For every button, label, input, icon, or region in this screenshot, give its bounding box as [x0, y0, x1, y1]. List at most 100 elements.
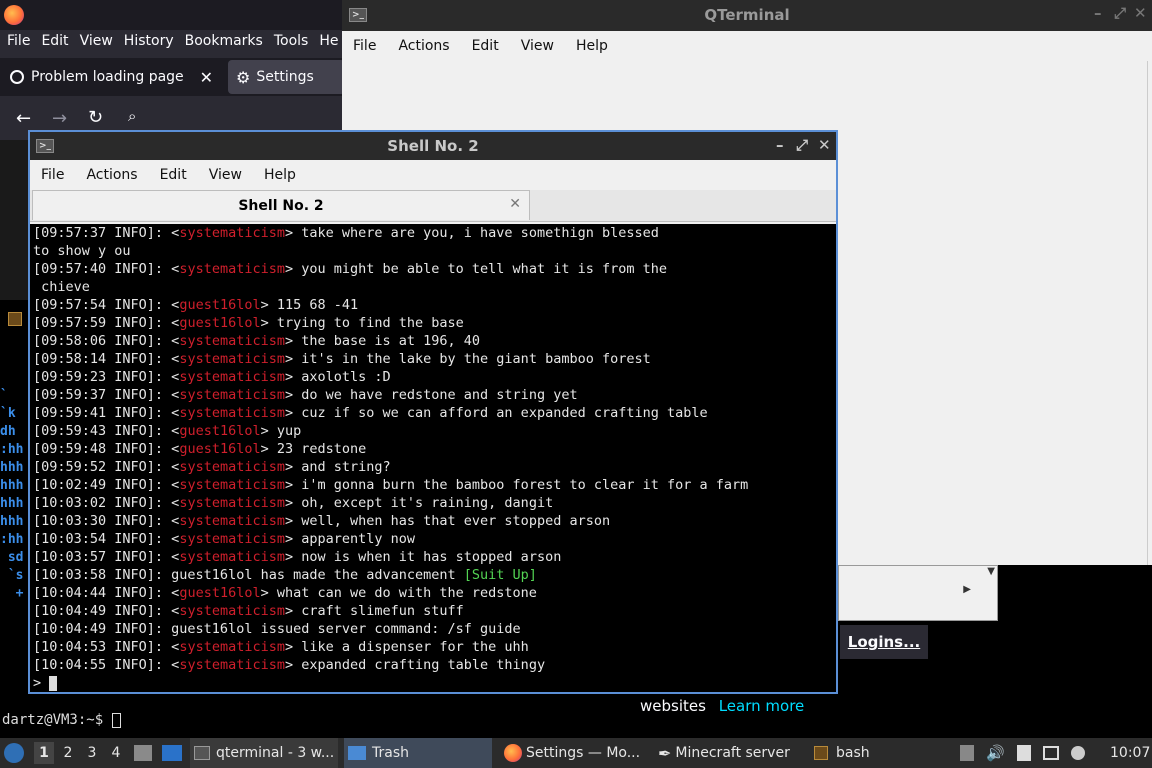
- tray-upload-icon[interactable]: [960, 745, 974, 761]
- log-line: [10:03:02 INFO]: <systematicism> oh, exc…: [33, 494, 836, 512]
- menu-view[interactable]: View: [73, 30, 117, 52]
- minimize-icon[interactable]: –: [1094, 4, 1102, 22]
- log-prefix: [09:57:40 INFO]: <: [33, 261, 180, 277]
- art-line: :hh: [0, 532, 24, 547]
- log-prefix: [09:59:48 INFO]: <: [33, 441, 180, 457]
- start-menu-button[interactable]: [4, 738, 30, 768]
- minimize-icon[interactable]: –: [776, 136, 784, 154]
- shell-titlebar: >_ Shell No. 2 – ⤢ ✕: [30, 132, 836, 160]
- menu-help[interactable]: Help: [565, 31, 619, 61]
- log-line: [09:59:43 INFO]: <guest16lol> yup: [33, 422, 836, 440]
- logins-button[interactable]: Logins...: [840, 625, 928, 659]
- reload-icon[interactable]: ↻: [88, 107, 103, 128]
- log-prefix: [09:59:52 INFO]: <: [33, 459, 180, 475]
- tab-settings[interactable]: ⚙ Settings: [228, 60, 345, 94]
- menu-actions[interactable]: Actions: [387, 31, 460, 61]
- dropdown-fragment[interactable]: ▼ ▶: [838, 565, 998, 621]
- menu-edit[interactable]: Edit: [461, 31, 510, 61]
- log-line: [09:59:23 INFO]: <systematicism> axolotl…: [33, 368, 836, 386]
- search-icon[interactable]: ⌕: [128, 107, 136, 125]
- volume-icon[interactable]: 🔊: [986, 744, 1005, 762]
- log-message: > apparently now: [284, 531, 416, 547]
- info-icon[interactable]: [1070, 746, 1085, 760]
- firefox-icon: [4, 5, 24, 25]
- menu-file[interactable]: File: [30, 160, 75, 190]
- taskbar: 1 2 3 4 qterminal - 3 w... Trash Setting…: [0, 738, 1152, 768]
- menu-view[interactable]: View: [198, 160, 253, 190]
- log-prefix: [10:03:58 INFO]: guest16lol has made the…: [33, 567, 464, 583]
- menu-bookmarks[interactable]: Bookmarks: [178, 30, 267, 52]
- forward-icon[interactable]: →: [52, 108, 67, 129]
- art-line: hhh: [0, 514, 24, 529]
- terminal-output[interactable]: [09:57:37 INFO]: <systematicism> take wh…: [30, 224, 836, 692]
- player-name: guest16lol: [179, 441, 261, 457]
- workspace-2[interactable]: 2: [58, 742, 78, 764]
- menu-actions[interactable]: Actions: [75, 160, 148, 190]
- maximize-icon[interactable]: ⤢: [796, 136, 808, 154]
- log-line: to show y ou: [33, 242, 836, 260]
- menu-view[interactable]: View: [510, 31, 565, 61]
- art-line: hhh: [0, 496, 24, 511]
- back-icon[interactable]: ←: [16, 108, 31, 129]
- learn-more-link[interactable]: Learn more: [719, 697, 805, 715]
- clock[interactable]: 10:07: [1110, 738, 1150, 768]
- shell-prompt[interactable]: dartz@VM3:~$: [2, 712, 121, 728]
- close-tab-icon[interactable]: ✕: [200, 68, 213, 87]
- maximize-icon[interactable]: ⤢: [1114, 4, 1126, 22]
- menu-edit[interactable]: Edit: [149, 160, 198, 190]
- menu-history[interactable]: History: [117, 30, 178, 52]
- desktop-launcher[interactable]: [162, 738, 184, 768]
- window-title: Shell No. 2: [387, 137, 479, 155]
- tab-problem-loading[interactable]: Problem loading page ✕: [0, 58, 225, 96]
- task-label: bash: [836, 745, 870, 761]
- player-name: systematicism: [179, 351, 285, 367]
- task-minecraft-server[interactable]: ✒ Minecraft server: [654, 738, 804, 768]
- task-bash[interactable]: bash: [810, 738, 880, 768]
- workspace-4[interactable]: 4: [106, 742, 126, 764]
- task-label: qterminal - 3 w...: [216, 745, 335, 761]
- log-message: > craft slimefun stuff: [284, 603, 464, 619]
- log-prefix: [09:58:14 INFO]: <: [33, 351, 180, 367]
- close-tab-icon[interactable]: ✕: [509, 196, 521, 212]
- player-name: guest16lol: [179, 297, 261, 313]
- chevron-down-icon[interactable]: ▼: [987, 566, 995, 577]
- network-icon[interactable]: [1042, 746, 1059, 760]
- close-icon[interactable]: ✕: [818, 136, 831, 154]
- log-message: > cuz if so we can afford an expanded cr…: [284, 405, 708, 421]
- player-name: systematicism: [179, 603, 285, 619]
- menu-file[interactable]: File: [342, 31, 387, 61]
- advancement-name: [Suit Up]: [463, 567, 537, 583]
- player-name: systematicism: [179, 387, 285, 403]
- menu-help[interactable]: He: [312, 30, 342, 52]
- task-trash[interactable]: Trash: [344, 738, 492, 768]
- player-name: guest16lol: [179, 315, 261, 331]
- log-prefix: [09:57:54 INFO]: <: [33, 297, 180, 313]
- input-line[interactable]: >: [33, 674, 836, 692]
- art-line: `: [0, 388, 8, 403]
- log-line: [09:58:14 INFO]: <systematicism> it's in…: [33, 350, 836, 368]
- player-name: systematicism: [179, 225, 285, 241]
- qterminal-titlebar: >_ QTerminal – ⤢ ✕: [342, 0, 1152, 31]
- tab-label: Problem loading page: [31, 69, 184, 85]
- menu-tools[interactable]: Tools: [267, 30, 313, 52]
- tab-label: Shell No. 2: [238, 197, 324, 214]
- art-line: hhh: [0, 478, 24, 493]
- task-qterminal[interactable]: qterminal - 3 w...: [190, 738, 338, 768]
- task-firefox-settings[interactable]: Settings — Mo...: [500, 738, 648, 768]
- menu-edit[interactable]: Edit: [34, 30, 72, 52]
- tab-shell-2[interactable]: Shell No. 2 ✕: [32, 190, 530, 220]
- websites-text-row: websites Learn more: [640, 695, 1152, 723]
- chevron-right-icon[interactable]: ▶: [963, 584, 971, 595]
- workspace-1[interactable]: 1: [34, 742, 54, 764]
- clipboard-icon[interactable]: [1016, 745, 1031, 761]
- workspace-3[interactable]: 3: [82, 742, 102, 764]
- menu-help[interactable]: Help: [253, 160, 307, 190]
- log-prefix: [09:59:41 INFO]: <: [33, 405, 180, 421]
- menu-file[interactable]: File: [0, 30, 34, 52]
- task-label: Minecraft server: [675, 745, 790, 761]
- log-prefix: [10:04:55 INFO]: <: [33, 657, 180, 673]
- file-manager-launcher[interactable]: [134, 738, 154, 768]
- gear-icon: ⚙: [236, 67, 251, 87]
- log-line: [09:59:41 INFO]: <systematicism> cuz if …: [33, 404, 836, 422]
- close-icon[interactable]: ✕: [1134, 4, 1147, 22]
